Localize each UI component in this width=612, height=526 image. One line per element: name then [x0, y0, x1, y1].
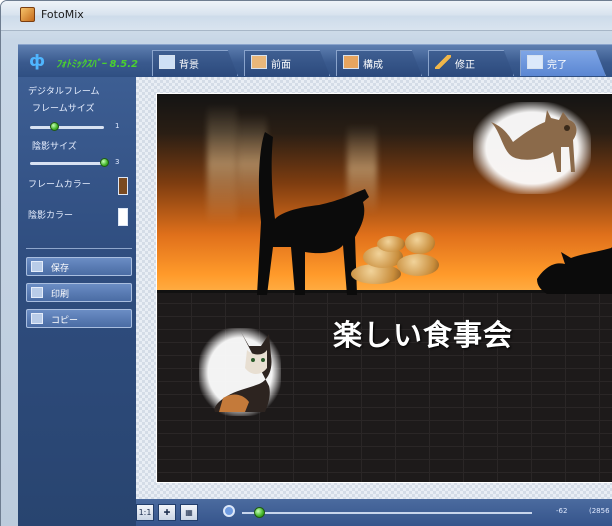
tab-label: 背景	[179, 60, 199, 71]
print-label: 印刷	[51, 290, 70, 300]
copy-icon	[31, 313, 43, 324]
zoom-value: -62	[556, 507, 568, 515]
frame-size-value: 1	[115, 122, 120, 130]
save-icon	[31, 261, 43, 272]
frame-size-slider-track[interactable]	[30, 126, 104, 129]
cat-silhouette	[537, 247, 612, 294]
tab-compose[interactable]: 構成	[336, 50, 422, 76]
aurora-light	[207, 104, 237, 224]
coordinate-readout: (2856	[589, 507, 610, 515]
main-toolbar: ф ﾌｫﾄﾐｯｸｽﾊﾞｰ 8.5.2 背景 前面 構成 修正 完了	[18, 44, 612, 77]
divider	[26, 248, 132, 249]
frame-color-swatch[interactable]	[118, 177, 128, 195]
cat-photo[interactable]	[199, 328, 281, 416]
copy-button[interactable]: コピー	[26, 309, 132, 328]
food-item	[377, 236, 405, 252]
frame-color-label: フレームカラー	[28, 180, 91, 190]
foreground-icon	[251, 55, 267, 69]
tab-label: 前面	[271, 60, 291, 71]
done-icon	[527, 55, 543, 69]
food-item	[405, 232, 435, 254]
zoom-slider-track[interactable]	[242, 512, 532, 514]
shadow-color-label: 陰影カラー	[28, 211, 74, 221]
window-title: FotoMix	[41, 8, 84, 21]
shadow-size-slider-track[interactable]	[30, 162, 104, 165]
save-label: 保存	[51, 264, 70, 274]
actual-size-button[interactable]: 1:1	[136, 504, 154, 521]
tab-edit[interactable]: 修正	[428, 50, 514, 76]
tab-background[interactable]: 背景	[152, 50, 238, 76]
tab-label: 完了	[547, 60, 567, 71]
left-panel: デジタルフレーム フレームサイズ 1 陰影サイズ 3 フレームカラー 陰影カラー…	[18, 77, 136, 526]
cat-photo[interactable]	[473, 102, 591, 194]
background-icon	[159, 55, 175, 69]
tab-foreground[interactable]: 前面	[244, 50, 330, 76]
bottom-bar: 1:1 ✚ ▦ -62 (2856	[136, 499, 612, 526]
app-window: FotoMix ф ﾌｫﾄﾐｯｸｽﾊﾞｰ 8.5.2 背景 前面 構成 修正 完…	[0, 0, 612, 526]
tab-label: 構成	[363, 60, 383, 71]
compose-icon	[343, 55, 359, 69]
food-item	[397, 254, 439, 276]
photo-caption: 楽しい食事会	[333, 318, 514, 352]
shadow-size-slider-thumb[interactable]	[100, 158, 109, 167]
zoom-slider-thumb[interactable]	[254, 507, 265, 518]
tab-label: 修正	[455, 60, 475, 71]
pencil-icon	[435, 55, 451, 69]
title-bar: FotoMix	[1, 1, 612, 31]
shadow-size-label: 陰影サイズ	[32, 142, 77, 152]
zoom-icon	[223, 505, 235, 517]
tabby-cat-image	[491, 110, 577, 172]
tab-done[interactable]: 完了	[520, 50, 606, 76]
fit-to-window-button[interactable]: ✚	[158, 504, 176, 521]
app-icon	[20, 7, 35, 22]
save-button[interactable]: 保存	[26, 257, 132, 276]
print-icon	[31, 287, 43, 298]
calico-cat-image	[214, 332, 272, 412]
brand-logo-icon: ф	[29, 51, 45, 70]
copy-label: コピー	[51, 316, 79, 326]
canvas-area[interactable]: 楽しい食事会	[136, 77, 612, 499]
print-button[interactable]: 印刷	[26, 283, 132, 302]
brand-text: ﾌｫﾄﾐｯｸｽﾊﾞｰ 8.5.2	[56, 59, 138, 70]
frame-size-label: フレームサイズ	[32, 104, 95, 114]
shadow-size-value: 3	[115, 158, 120, 166]
grid-view-button[interactable]: ▦	[180, 504, 198, 521]
shadow-color-swatch[interactable]	[118, 208, 128, 226]
frame-size-slider-thumb[interactable]	[50, 122, 59, 131]
composite-photo[interactable]: 楽しい食事会	[156, 93, 612, 483]
section-title: デジタルフレーム	[28, 87, 100, 97]
